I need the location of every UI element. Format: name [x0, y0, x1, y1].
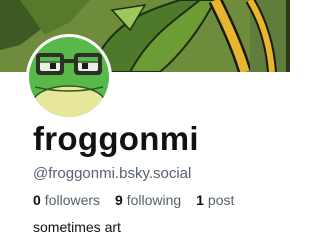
following-label: following [126, 192, 182, 208]
followers-count: 0 [33, 192, 41, 208]
profile-bio: sometimes art [33, 219, 121, 235]
posts-count: 1 [196, 192, 204, 208]
profile-stats: 0 followers 9 following 1 post [33, 192, 245, 208]
following-link[interactable]: 9 following [115, 192, 181, 208]
followers-link[interactable]: 0 followers [33, 192, 100, 208]
followers-label: followers [44, 192, 101, 208]
display-name: froggonmi [33, 120, 199, 157]
profile-handle: @froggonmi.bsky.social [33, 165, 192, 182]
frog-with-glasses-avatar-icon [29, 37, 109, 117]
profile-card: froggonmi @froggonmi.bsky.social 0 follow… [0, 0, 290, 245]
avatar[interactable] [26, 34, 112, 120]
following-count: 9 [114, 192, 123, 208]
posts-label: post [207, 192, 235, 208]
posts-stat: 1 post [196, 192, 234, 208]
